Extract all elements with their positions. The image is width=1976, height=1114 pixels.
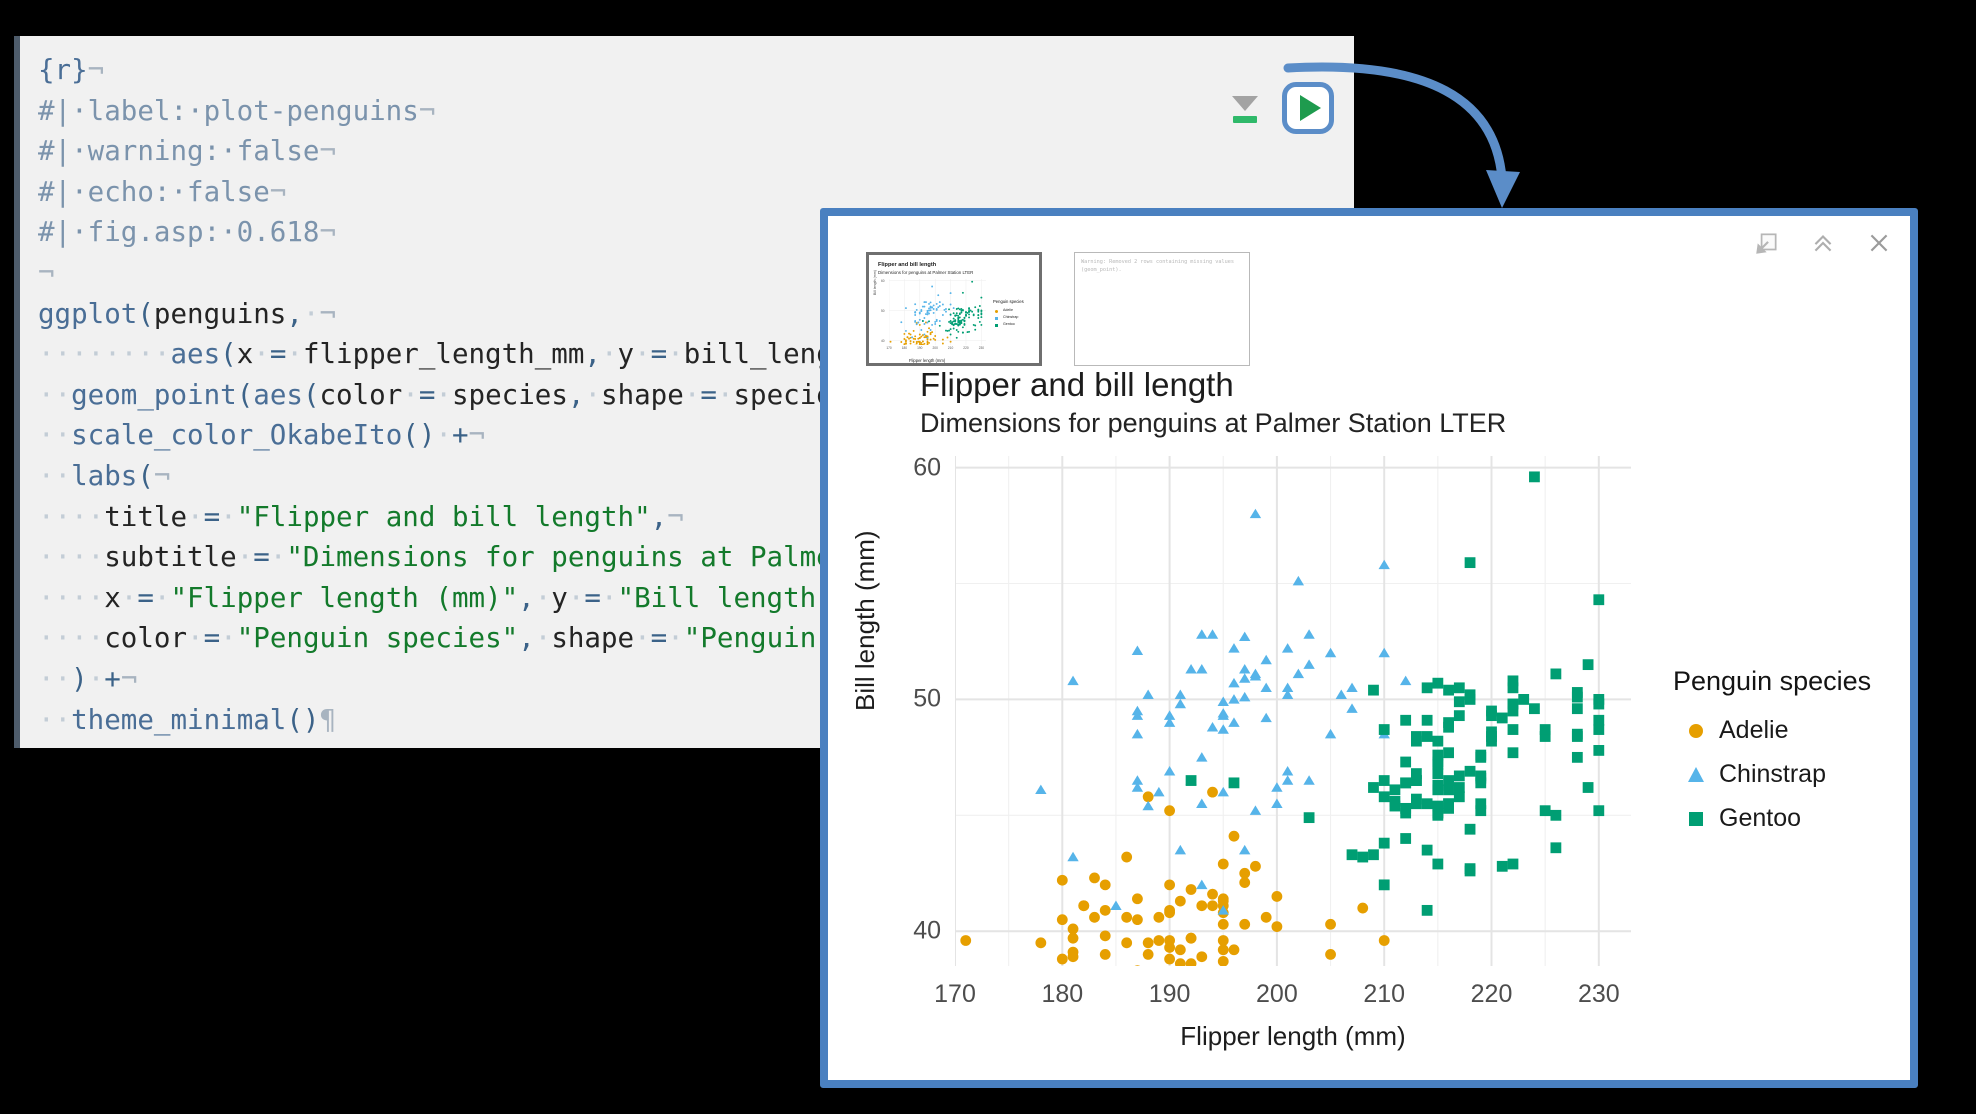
y-tick-label: 60: [913, 453, 941, 482]
close-panel-icon[interactable]: [1866, 230, 1892, 256]
x-tick-label: 200: [1256, 980, 1298, 1008]
thumb-legend-entry: Chinstrap: [995, 315, 1018, 322]
legend-key-triangle-icon: [1673, 767, 1719, 782]
run-chunks-above-icon[interactable]: [1230, 93, 1260, 123]
thumb-legend-entry: Adelie: [995, 308, 1018, 315]
thumb-plot-canvas: [889, 279, 986, 345]
run-above-bar-glyph: [1233, 116, 1257, 123]
thumb-y-tick: 60: [881, 278, 885, 283]
scatter-canvas: [955, 456, 1631, 966]
legend-label: Chinstrap: [1719, 760, 1826, 788]
x-tick-label: 220: [1470, 980, 1513, 1008]
y-tick-label: 40: [913, 916, 941, 945]
thumb-y-tick: 40: [881, 338, 885, 343]
open-in-new-window-icon[interactable]: [1754, 230, 1780, 256]
legend-entry: Gentoo: [1673, 803, 1871, 834]
plot-output: Flipper and bill length Dimensions for p…: [828, 366, 1926, 1086]
legend-label: Adelie: [1719, 716, 1789, 744]
thumb-x-tick: 220: [963, 346, 969, 350]
chart-title: Flipper and bill length: [920, 366, 1234, 403]
warning-message-text: Warning: Removed 2 rows containing missi…: [1081, 259, 1235, 273]
thumb-x-tick: 210: [947, 346, 954, 350]
legend-entry: Chinstrap: [1673, 759, 1871, 790]
thumb-x-tick: 180: [901, 346, 908, 350]
thumb-legend: Adelie Chinstrap Gentoo: [995, 308, 1018, 329]
legend-label: Gentoo: [1719, 804, 1802, 832]
chunk-output-panel: Flipper and bill length Dimensions for p…: [820, 208, 1918, 1088]
x-tick-label: 230: [1577, 980, 1620, 1008]
thumb-y-label: Bill length (mm): [873, 270, 877, 295]
output-thumbnail-strip[interactable]: Flipper and bill length Dimensions for p…: [866, 252, 1250, 366]
legend-title: Penguin species: [1673, 666, 1872, 696]
thumb-subtitle: Dimensions for penguins at Palmer Statio…: [878, 270, 974, 275]
legend-key-square-icon: [1673, 811, 1719, 826]
play-icon: [1300, 95, 1321, 121]
plot-panel: 40 50 60 170 180 190 200 210 220 230: [913, 453, 1631, 1008]
thumb-y-tick: 50: [881, 308, 885, 313]
legend: Penguin species Adelie Chinstrap Gentoo: [1673, 666, 1871, 847]
collapse-panel-icon[interactable]: [1810, 230, 1836, 256]
legend-entries: Adelie Chinstrap Gentoo: [1673, 715, 1871, 834]
thumb-x-tick: 170: [886, 346, 892, 350]
x-tick-label: 210: [1363, 980, 1406, 1008]
thumb-x-label: Flipper length (mm): [909, 358, 946, 363]
x-axis-title: Flipper length (mm): [1180, 1021, 1406, 1051]
run-above-arrow-glyph: [1232, 96, 1258, 111]
y-tick-label: 50: [913, 684, 941, 713]
thumb-x-tick: 200: [932, 346, 938, 350]
x-tick-label: 170: [934, 980, 976, 1008]
legend-key-circle-icon: [1673, 723, 1719, 738]
x-tick-label: 180: [1041, 980, 1084, 1008]
run-current-chunk-button[interactable]: [1282, 82, 1334, 134]
plot-thumbnail[interactable]: Flipper and bill length Dimensions for p…: [866, 252, 1042, 366]
thumb-x-tick: 190: [917, 346, 923, 350]
thumb-x-tick: 230: [978, 346, 985, 350]
code-chunk-toolbar[interactable]: [1230, 82, 1334, 134]
thumb-title: Flipper and bill length: [878, 262, 937, 268]
thumb-legend-title: Penguin species: [993, 299, 1024, 304]
warning-thumbnail[interactable]: Warning: Removed 2 rows containing missi…: [1074, 252, 1250, 366]
chart-subtitle: Dimensions for penguins at Palmer Statio…: [920, 408, 1507, 438]
y-axis-title: Bill length (mm): [850, 530, 880, 711]
legend-entry: Adelie: [1673, 715, 1871, 746]
x-tick-label: 190: [1148, 980, 1191, 1008]
thumb-legend-entry: Gentoo: [995, 322, 1018, 329]
